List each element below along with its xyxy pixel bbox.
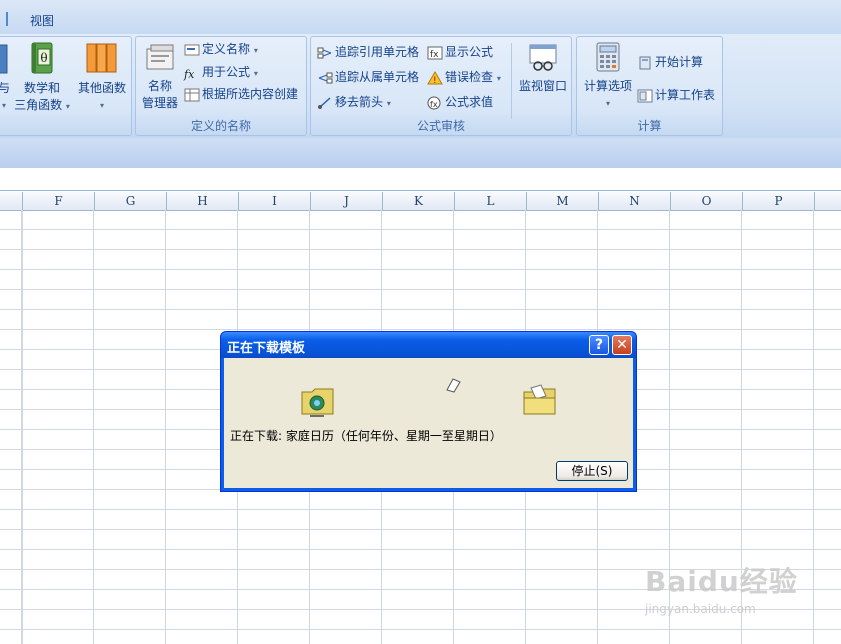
theta-book-icon: θ xyxy=(31,42,53,74)
evaluate-formula-button[interactable]: fx 公式求值 xyxy=(427,93,493,111)
math-label-2: 三角函数 ▾ xyxy=(14,98,70,112)
error-checking-icon: ! xyxy=(427,70,443,86)
watermark-main: Baidu经验 xyxy=(645,565,798,598)
more-functions-button[interactable]: 其他函数 ▾ xyxy=(73,41,131,114)
create-from-selection-button[interactable]: 根据所选内容创建 xyxy=(184,85,298,103)
trace-dependents-icon xyxy=(317,71,333,85)
column-header-m[interactable]: M xyxy=(527,192,599,210)
group-label-formula-auditing: 公式审核 xyxy=(416,119,465,133)
column-header-i[interactable]: I xyxy=(239,192,311,210)
evaluate-formula-icon: fx xyxy=(427,96,443,110)
group-label-calculation: 计算 xyxy=(637,119,662,133)
ribbon-tab-strip: 视图 xyxy=(0,0,841,34)
calculator-icon xyxy=(596,42,620,72)
formula-bar-area xyxy=(0,138,841,169)
svg-text:θ: θ xyxy=(40,51,47,65)
formula-auditing-group: 追踪引用单元格 追踪从属单元格 移去箭头 ▾ fx 显示公式 ! 错误检查 ▾ fx… xyxy=(310,36,572,136)
flying-paper-icon xyxy=(446,378,461,393)
tab-view[interactable]: 视图 xyxy=(30,12,54,29)
trace-precedents-icon xyxy=(317,46,333,60)
trace-dependents-button[interactable]: 追踪从属单元格 xyxy=(317,68,419,86)
dialog-titlebar[interactable]: 正在下载模板 ? ✕ xyxy=(221,332,636,358)
ribbon: 与 ▾ θ 数学和 三角函数 ▾ 其他函数 ▾ 名称 管理器 定义名称 ▾ fx… xyxy=(0,34,841,139)
show-formulas-button[interactable]: fx 显示公式 xyxy=(427,43,493,61)
network-folder-icon xyxy=(301,388,334,417)
watch-window-icon xyxy=(529,44,557,71)
svg-text:fx: fx xyxy=(430,50,439,60)
column-header-o[interactable]: O xyxy=(671,192,743,210)
error-checking-button[interactable]: ! 错误检查 ▾ xyxy=(427,68,501,86)
column-header-k[interactable]: K xyxy=(383,192,455,210)
use-in-formula-button[interactable]: fx 用于公式 ▾ xyxy=(184,63,258,81)
book-icon xyxy=(0,44,8,74)
column-header-partial[interactable] xyxy=(0,192,23,210)
dialog-body: 正在下载: 家庭日历（任何年份、星期一至星期日） 停止(S) xyxy=(224,358,633,488)
trace-precedents-button[interactable]: 追踪引用单元格 xyxy=(317,43,419,61)
svg-text:fx: fx xyxy=(430,100,438,109)
fx-icon: fx xyxy=(184,67,195,81)
define-name-button[interactable]: 定义名称 ▾ xyxy=(184,40,258,58)
stop-button[interactable]: 停止(S) xyxy=(556,461,628,481)
dialog-title: 正在下载模板 xyxy=(227,341,306,356)
logical-functions-button[interactable]: 与 ▾ xyxy=(0,43,13,114)
column-header-j[interactable]: J xyxy=(311,192,383,210)
books-icon xyxy=(86,43,117,73)
show-formulas-icon: fx xyxy=(427,46,443,60)
grid-left-line xyxy=(22,210,23,644)
status-item: 家庭日历（任何年份、星期一至星期日） xyxy=(285,429,502,443)
watermark-sub: jingyan.baidu.com xyxy=(645,602,756,616)
formula-input-strip[interactable] xyxy=(0,168,841,191)
math-label-1: 数学和 xyxy=(23,81,60,95)
remove-arrows-icon xyxy=(317,96,333,110)
define-name-icon xyxy=(184,43,200,57)
column-headers: FGHIJKLMNOP xyxy=(0,192,841,211)
function-library-group: 与 ▾ θ 数学和 三角函数 ▾ 其他函数 ▾ xyxy=(0,36,132,136)
remove-arrows-button[interactable]: 移去箭头 ▾ xyxy=(317,93,391,111)
defined-names-group: 名称 管理器 定义名称 ▾ fx 用于公式 ▾ 根据所选内容创建 定义的名称 xyxy=(135,36,307,136)
previous-tab-edge[interactable] xyxy=(0,12,8,26)
column-header-f[interactable]: F xyxy=(23,192,95,210)
baidu-watermark: Baidu经验 jingyan.baidu.com xyxy=(645,560,798,616)
status-prefix: 正在下载: xyxy=(230,429,283,443)
close-button[interactable]: ✕ xyxy=(612,335,632,355)
calculate-now-icon xyxy=(637,56,653,70)
folder-open-icon xyxy=(523,384,556,415)
calculate-sheet-button[interactable]: 计算工作表 xyxy=(637,86,715,104)
group-divider xyxy=(511,43,512,119)
calculation-group: 计算选项 ▾ 开始计算 计算工作表 计算 xyxy=(576,36,723,136)
name-manager-button[interactable]: 名称 管理器 xyxy=(138,41,182,112)
column-header-h[interactable]: H xyxy=(167,192,239,210)
help-button[interactable]: ? xyxy=(589,335,609,355)
create-from-selection-icon xyxy=(184,88,200,102)
name-manager-icon xyxy=(146,44,174,70)
column-header-g[interactable]: G xyxy=(95,192,167,210)
svg-text:!: ! xyxy=(433,76,437,85)
column-header-n[interactable]: N xyxy=(599,192,671,210)
watch-window-button[interactable]: 监视窗口 xyxy=(515,43,571,95)
download-status: 正在下载: 家庭日历（任何年份、星期一至星期日） xyxy=(230,427,502,444)
column-header-l[interactable]: L xyxy=(455,192,527,210)
download-template-dialog: 正在下载模板 ? ✕ 正在下载: 家庭日历（任何年份、星期一至星期日） 停止(S… xyxy=(220,331,637,492)
group-label-defined-names: 定义的名称 xyxy=(190,119,251,133)
column-header-p[interactable]: P xyxy=(743,192,815,210)
calculate-sheet-icon xyxy=(637,89,653,103)
calculation-options-button[interactable]: 计算选项 ▾ xyxy=(579,41,637,112)
calculate-now-button[interactable]: 开始计算 xyxy=(637,53,703,71)
math-trig-button[interactable]: θ 数学和 三角函数 ▾ xyxy=(13,41,71,115)
